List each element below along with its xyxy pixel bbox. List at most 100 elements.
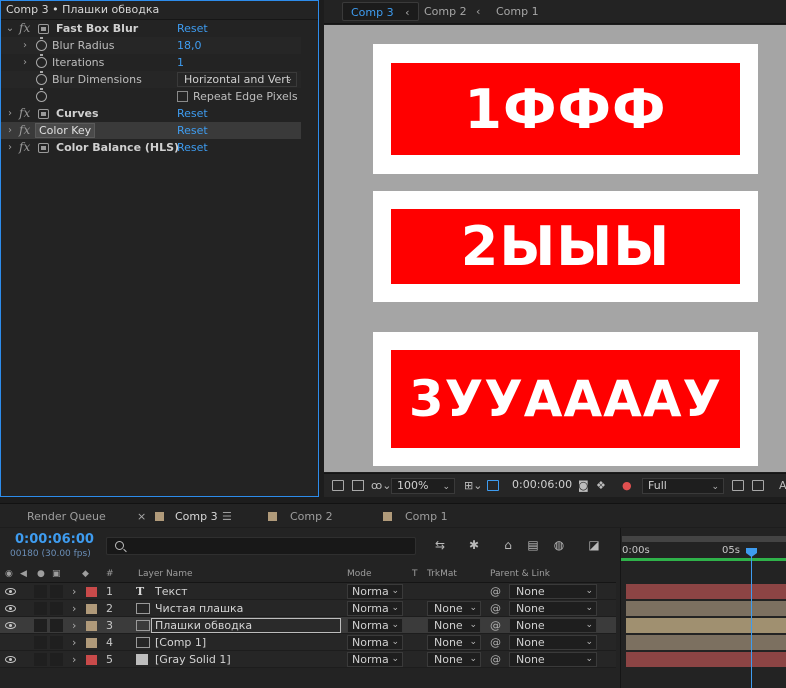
layer-search-input[interactable] [106, 537, 416, 555]
solo-toggle[interactable] [34, 585, 47, 598]
chevron-right-icon[interactable]: › [72, 617, 76, 634]
chevron-right-icon[interactable]: › [20, 54, 30, 71]
trkmat-dropdown[interactable]: None ⌄ [427, 601, 481, 616]
layer-name[interactable]: Плашки обводка [151, 618, 341, 633]
layer-name-header[interactable]: Layer Name [138, 569, 193, 579]
effect-color-key[interactable]: › fx Color Key Reset [1, 122, 301, 139]
comp-tab-comp3[interactable]: Comp 3 ‹ [342, 2, 419, 21]
lock-toggle[interactable] [50, 585, 63, 598]
parent-pick-whip-icon[interactable]: @ [490, 651, 501, 668]
timeline-timecode[interactable]: 0:00:06:00 [15, 532, 94, 547]
menu-icon[interactable]: ☰ [222, 508, 232, 525]
comp-tab-comp2[interactable]: Comp 2 [424, 2, 467, 21]
layer-label-color[interactable] [86, 655, 97, 665]
solo-toggle[interactable] [34, 602, 47, 615]
effect-curves[interactable]: › fx Curves Reset [1, 105, 301, 122]
layer-row[interactable]: › 2 Чистая плашка Norma ⌄ None ⌄ @ None ⌄ [0, 600, 616, 617]
tab-comp3[interactable]: Comp 3 [175, 508, 218, 525]
fx-icon[interactable]: fx [19, 122, 30, 139]
mode-dropdown[interactable]: Norma ⌄ [347, 635, 403, 650]
property-blur-dimensions[interactable]: Blur Dimensions Horizontal and Vert ⌄ [1, 71, 301, 88]
comp-tab-comp1[interactable]: Comp 1 [496, 2, 539, 21]
stopwatch-icon[interactable] [36, 37, 47, 51]
layer-name[interactable]: [Gray Solid 1] [155, 651, 231, 668]
stopwatch-icon[interactable] [36, 54, 47, 68]
chevron-right-icon[interactable]: › [5, 139, 15, 156]
reset-link[interactable]: Reset [177, 122, 208, 139]
motion-blur-icon[interactable]: ◍ [551, 538, 567, 552]
blur-dimensions-dropdown[interactable]: Horizontal and Vert ⌄ [177, 72, 297, 87]
reset-link[interactable]: Reset [177, 105, 208, 122]
chevron-right-icon[interactable]: › [72, 600, 76, 617]
chevron-right-icon[interactable]: › [72, 651, 76, 668]
property-value[interactable]: 1 [177, 54, 184, 71]
eye-icon[interactable] [5, 605, 16, 612]
fast-previews-icon[interactable] [732, 480, 744, 491]
layer-label-color[interactable] [86, 638, 97, 648]
lock-toggle[interactable] [50, 636, 63, 649]
channels-icon[interactable]: ● [622, 479, 632, 493]
current-time-display[interactable]: 0:00:06:00 [507, 478, 572, 494]
layer-label-color[interactable] [86, 604, 97, 614]
mask-visibility-icon[interactable]: ꝏ⌄ [371, 479, 391, 493]
close-icon[interactable]: × [137, 508, 146, 525]
tab-comp2[interactable]: Comp 2 [290, 508, 333, 525]
property-repeat-edge-pixels[interactable]: Repeat Edge Pixels [1, 88, 301, 105]
repeat-edge-pixels-checkbox[interactable] [177, 91, 188, 102]
transparency-grid-icon[interactable] [487, 480, 499, 491]
mode-dropdown[interactable]: Norma ⌄ [347, 618, 403, 633]
composition-viewer[interactable]: 1ФФФ 2ЫЫЫ 3УУААААУ [324, 25, 786, 472]
chevron-right-icon[interactable]: › [72, 583, 76, 600]
layer-duration-bar[interactable] [626, 618, 786, 633]
layer-name[interactable]: Текст [155, 583, 188, 600]
label-column-icon[interactable]: ◆ [82, 569, 89, 579]
tab-render-queue[interactable]: Render Queue [27, 508, 106, 525]
trkmat-dropdown[interactable]: None ⌄ [427, 618, 481, 633]
layer-label-color[interactable] [86, 587, 97, 597]
effect-color-balance[interactable]: › fx Color Balance (HLS) Reset [1, 139, 301, 156]
property-blur-radius[interactable]: › Blur Radius 18,0 [1, 37, 301, 54]
resolution-dropdown[interactable]: Full ⌄ [642, 478, 724, 494]
layer-duration-bar[interactable] [626, 601, 786, 616]
solo-toggle[interactable] [34, 636, 47, 649]
layer-name[interactable]: [Comp 1] [155, 634, 206, 651]
chevron-right-icon[interactable]: › [5, 122, 15, 139]
stopwatch-icon[interactable] [36, 71, 47, 85]
property-iterations[interactable]: › Iterations 1 [1, 54, 301, 71]
layer-row[interactable]: › 1 T Текст Norma ⌄ @ None ⌄ [0, 583, 616, 600]
grid-icon[interactable]: ⊞⌄ [464, 479, 482, 493]
parent-dropdown[interactable]: None ⌄ [509, 652, 597, 667]
chevron-right-icon[interactable]: › [20, 37, 30, 54]
layer-duration-bar[interactable] [626, 635, 786, 650]
chevron-down-icon[interactable]: ⌄ [5, 20, 15, 37]
parent-dropdown[interactable]: None ⌄ [509, 584, 597, 599]
mode-dropdown[interactable]: Norma ⌄ [347, 601, 403, 616]
time-ruler[interactable]: 0:00s 05s [621, 536, 786, 566]
layer-label-color[interactable] [86, 621, 97, 631]
composition-flowchart-icon[interactable]: ⇆ [432, 538, 448, 552]
lock-column-icon[interactable]: ▣ [52, 569, 61, 579]
trkmat-dropdown[interactable]: None ⌄ [427, 635, 481, 650]
parent-pick-whip-icon[interactable]: @ [490, 617, 501, 634]
mode-dropdown[interactable]: Norma ⌄ [347, 584, 403, 599]
parent-pick-whip-icon[interactable]: @ [490, 600, 501, 617]
fx-icon[interactable]: fx [19, 20, 30, 37]
toggle-transparency-icon[interactable] [752, 480, 764, 491]
work-area-bar[interactable] [622, 536, 786, 542]
mode-dropdown[interactable]: Norma ⌄ [347, 652, 403, 667]
eye-icon[interactable] [5, 656, 16, 663]
layer-row[interactable]: › 3 Плашки обводка Norma ⌄ None ⌄ @ None ⌄ [0, 617, 616, 634]
effect-fast-box-blur[interactable]: ⌄ fx Fast Box Blur Reset [1, 20, 301, 37]
layer-name[interactable]: Чистая плашка [155, 600, 243, 617]
fx-icon[interactable]: fx [19, 139, 30, 156]
chevron-right-icon[interactable]: › [72, 634, 76, 651]
reset-link[interactable]: Reset [177, 20, 208, 37]
eye-column-icon[interactable]: ◉ [5, 569, 13, 579]
property-value[interactable]: 18,0 [177, 37, 202, 54]
playhead-line[interactable] [751, 548, 752, 688]
layer-row[interactable]: › 5 [Gray Solid 1] Norma ⌄ None ⌄ @ None ⌄ [0, 651, 616, 668]
audio-column-icon[interactable]: ◀ [20, 569, 27, 579]
parent-dropdown[interactable]: None ⌄ [509, 618, 597, 633]
eye-icon[interactable] [5, 588, 16, 595]
trkmat-dropdown[interactable]: None ⌄ [427, 652, 481, 667]
